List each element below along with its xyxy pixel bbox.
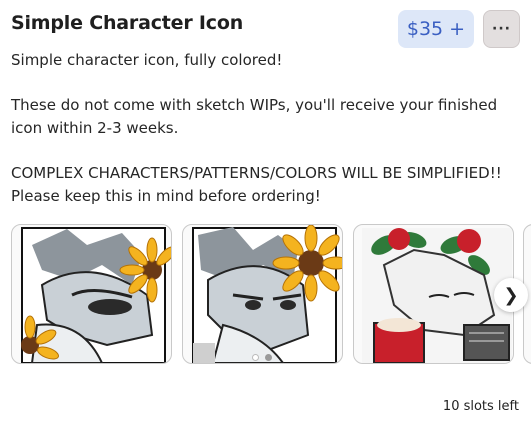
description-line-3: icon within 2-3 weeks. <box>11 119 179 137</box>
description-line-1: Simple character icon, fully colored! <box>11 51 283 69</box>
carousel-next-button[interactable]: ❯ <box>494 278 528 312</box>
description-line-2: These do not come with sketch WIPs, you'… <box>11 96 498 114</box>
more-options-button[interactable]: ··· <box>483 10 520 48</box>
carousel-image-2[interactable] <box>182 224 343 364</box>
more-options-icon: ··· <box>492 21 511 37</box>
image-carousel <box>11 224 531 366</box>
wolf-character-sunflower-icon <box>21 227 171 363</box>
chevron-right-icon: ❯ <box>503 284 519 306</box>
carousel-image-1[interactable] <box>11 224 172 364</box>
description-line-5: Please keep this in mind before ordering… <box>11 187 321 205</box>
wolf-character-sunflower-grumpy-icon <box>192 225 342 363</box>
description-line-4: COMPLEX CHARACTERS/PATTERNS/COLORS WILL … <box>11 164 502 182</box>
carousel-image-3[interactable] <box>353 224 514 364</box>
white-hair-character-roses-icon <box>362 228 512 363</box>
carousel-dot-2[interactable] <box>265 354 272 361</box>
listing-title: Simple Character Icon <box>11 12 244 34</box>
carousel-pagination <box>252 354 272 361</box>
price-button[interactable]: $35 + <box>398 10 474 48</box>
carousel-dot-1[interactable] <box>252 354 259 361</box>
slots-remaining: 10 slots left <box>442 399 519 414</box>
